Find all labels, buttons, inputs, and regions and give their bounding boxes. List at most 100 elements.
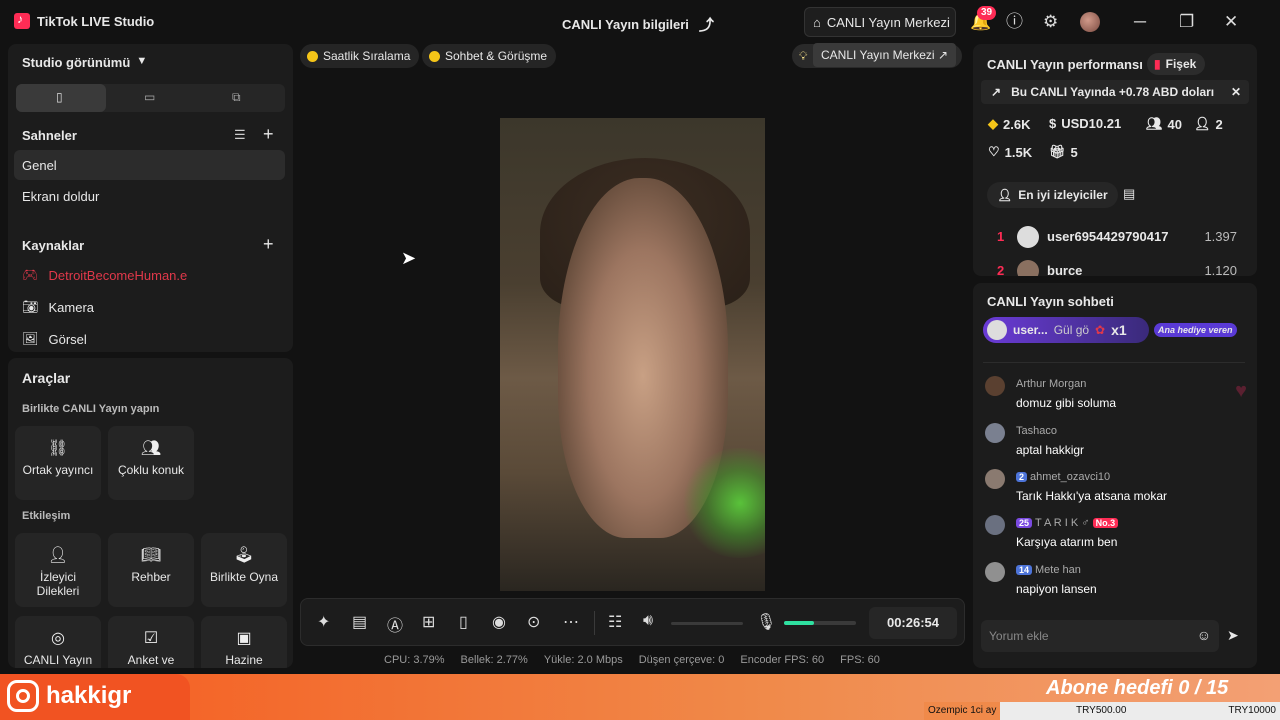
avatar[interactable] — [1080, 12, 1100, 32]
chip-label: Sohbet & Görüşme — [445, 49, 548, 63]
tool-label: CANLI Yayın — [23, 653, 93, 667]
more-icon[interactable]: ⋯ — [563, 612, 579, 632]
viewer-score: 1.397 — [1204, 229, 1237, 244]
heart-icon: ♥ — [1235, 380, 1247, 402]
viewer-requests-button[interactable]: 👤︎ İzleyici Dilekleri — [15, 533, 101, 607]
chevron-down-icon: ▼ — [136, 55, 148, 67]
avatar — [985, 376, 1005, 396]
mic-slider[interactable] — [784, 621, 856, 625]
stat-item: Yükle: 2.0 Mbps — [543, 654, 623, 666]
poll-button[interactable]: ☑ Anket ve — [108, 616, 194, 668]
app-title-text: TikTok LIVE Studio — [37, 13, 155, 29]
emoji-icon[interactable]: ☺ — [1197, 627, 1211, 643]
ai-icon[interactable]: Ⓐ — [387, 612, 403, 636]
source-label: Görsel — [48, 331, 87, 347]
interaction-title: Etkileşim — [22, 510, 71, 522]
link-icon: ⛓ — [47, 440, 69, 457]
diamonds-stat: ◆ 2.6K — [988, 116, 1031, 132]
source-label: DetroitBecomeHuman.e — [48, 267, 188, 283]
firework-badge[interactable]: ▮ Fişek — [1147, 53, 1206, 75]
record-icon[interactable]: ◉ — [492, 612, 506, 632]
gear-icon[interactable]: ⚙ — [1043, 12, 1058, 32]
joystick-icon: 🕹︎ — [233, 547, 255, 564]
scene-item[interactable]: Genel — [14, 150, 285, 180]
camera-switch-icon[interactable]: ⊙ — [527, 612, 540, 632]
tooltip-text: CANLI Yayın Merkezi — [821, 48, 935, 62]
minimize-icon[interactable]: ─ — [1134, 12, 1146, 32]
list-icon[interactable]: ☰ — [234, 127, 246, 143]
add-source-icon[interactable]: + — [263, 234, 274, 255]
viewer-score: 1.120 — [1204, 263, 1237, 276]
send-icon[interactable]: ➤ — [1227, 627, 1239, 644]
chat-user: 14 Mete han — [1016, 564, 1081, 576]
treasure-button[interactable]: ▣ Hazine — [201, 616, 287, 668]
top-viewer-row[interactable]: 1 user6954429790417 1.397 — [997, 226, 1241, 248]
scene-item[interactable]: Ekranı doldur — [14, 181, 285, 211]
list-doc-icon[interactable]: ▤ — [1123, 186, 1135, 202]
help-icon[interactable]: ⓘ — [1006, 12, 1023, 32]
control-bar: ✦ ▤ Ⓐ ⊞ ▯ ◉ ⊙ ⋯ ☷ 🔊︎ 🎙︎ 00:26:54 — [300, 598, 965, 646]
avatar — [985, 562, 1005, 582]
magic-wand-icon[interactable]: ✦ — [317, 612, 330, 632]
source-item[interactable]: 🎮︎ DetroitBecomeHuman.e — [22, 267, 187, 283]
live-info-text: CANLI Yayın bilgileri — [562, 17, 689, 32]
studio-view-dropdown[interactable]: Studio görünümü ▼ — [22, 55, 147, 70]
settings-sliders-icon[interactable]: ☷ — [608, 612, 622, 632]
speaker-icon[interactable]: 🔊︎ — [643, 612, 653, 630]
stat-item: Bellek: 2.77% — [460, 654, 528, 666]
mic-level-fill — [784, 621, 814, 625]
stat-item: Düşen çerçeve: 0 — [638, 654, 725, 666]
close-icon[interactable]: ✕ — [1224, 12, 1238, 32]
live-info-title[interactable]: CANLI Yayın bilgileri ⤴ — [562, 14, 714, 35]
share-icon[interactable]: ⤴ — [699, 14, 714, 35]
rank-badge: No.3 — [1092, 518, 1119, 528]
studio-view-label: Studio görünümü — [22, 55, 131, 70]
earnings-text: Bu CANLI Yayında +0.78 ABD doları — [1011, 85, 1215, 99]
live-center-label: CANLI Yayın Merkezi — [826, 14, 950, 30]
landscape-icon[interactable]: ▭ — [144, 90, 155, 104]
multi-guest-button[interactable]: 👥︎ Çoklu konuk — [108, 426, 194, 500]
comment-input[interactable]: Yorum ekle ☺ — [981, 620, 1219, 652]
checkbox-icon: ☑ — [143, 630, 159, 647]
cohost-button[interactable]: ⛓ Ortak yayıncı — [15, 426, 101, 500]
users-icon: 👥︎ — [140, 440, 162, 457]
camera-preview[interactable] — [500, 118, 765, 591]
scene-label: Genel — [22, 157, 57, 173]
gift-icon: 🎁︎ — [1049, 144, 1066, 159]
guide-button[interactable]: 📖︎ Rehber — [108, 533, 194, 607]
performance-title: CANLI Yayın performansı — [987, 57, 1143, 72]
top-viewer-row[interactable]: 2 burce 1.120 — [997, 260, 1241, 276]
play-together-button[interactable]: 🕹︎ Birlikte Oyna — [201, 533, 287, 607]
media-icon[interactable]: ▤ — [352, 612, 367, 632]
viewer-name: user6954429790417 — [1047, 229, 1169, 244]
chat-user: 2 ahmet_ozavci10 — [1016, 471, 1110, 483]
dollar-icon: $ — [1049, 116, 1057, 131]
trend-up-icon: ↗ — [991, 85, 1002, 99]
top-viewers-tab[interactable]: 👤︎ En iyi izleyiciler — [987, 182, 1118, 208]
chat-text: domuz gibi soluma — [1016, 396, 1117, 410]
performance-panel: CANLI Yayın performansı ▮ Fişek ↗ Bu CANLI… — [973, 44, 1257, 276]
phone-icon[interactable]: ▯ — [459, 612, 468, 632]
game-icon: 🎮︎ — [22, 267, 39, 282]
source-item[interactable]: 📷︎ Kamera — [22, 299, 94, 315]
chat-call-chip[interactable]: Sohbet & Görüşme — [422, 44, 557, 68]
live-tool-button[interactable]: ◎ CANLI Yayın — [15, 616, 101, 668]
camera-icon: 📷︎ — [22, 299, 39, 314]
source-item[interactable]: 🖼︎ Görsel — [22, 331, 87, 347]
volume-slider[interactable] — [671, 622, 743, 625]
dual-layout-icon[interactable]: ⧉ — [232, 90, 241, 105]
user-icon: 👤︎ — [997, 188, 1013, 202]
close-icon[interactable]: ✕ — [1231, 85, 1241, 99]
plus-box-icon[interactable]: ⊞ — [422, 612, 435, 632]
sources-title: Kaynaklar — [22, 238, 85, 253]
microphone-icon[interactable]: 🎙︎ — [756, 612, 776, 632]
stat-item: Encoder FPS: 60 — [740, 654, 825, 666]
ticker-target: TRY10000 — [1228, 705, 1276, 716]
add-scene-icon[interactable]: + — [263, 124, 274, 145]
hourly-ranking-chip[interactable]: Saatlik Sıralama — [300, 44, 420, 68]
tool-label: Birlikte Oyna — [209, 570, 279, 584]
gift-user: user... — [1013, 323, 1048, 337]
restore-icon[interactable]: ❐ — [1179, 12, 1194, 32]
add-user-icon: 👤︎ — [1194, 116, 1211, 131]
live-center-button[interactable]: ⌂ CANLI Yayın Merkezi — [804, 7, 956, 37]
